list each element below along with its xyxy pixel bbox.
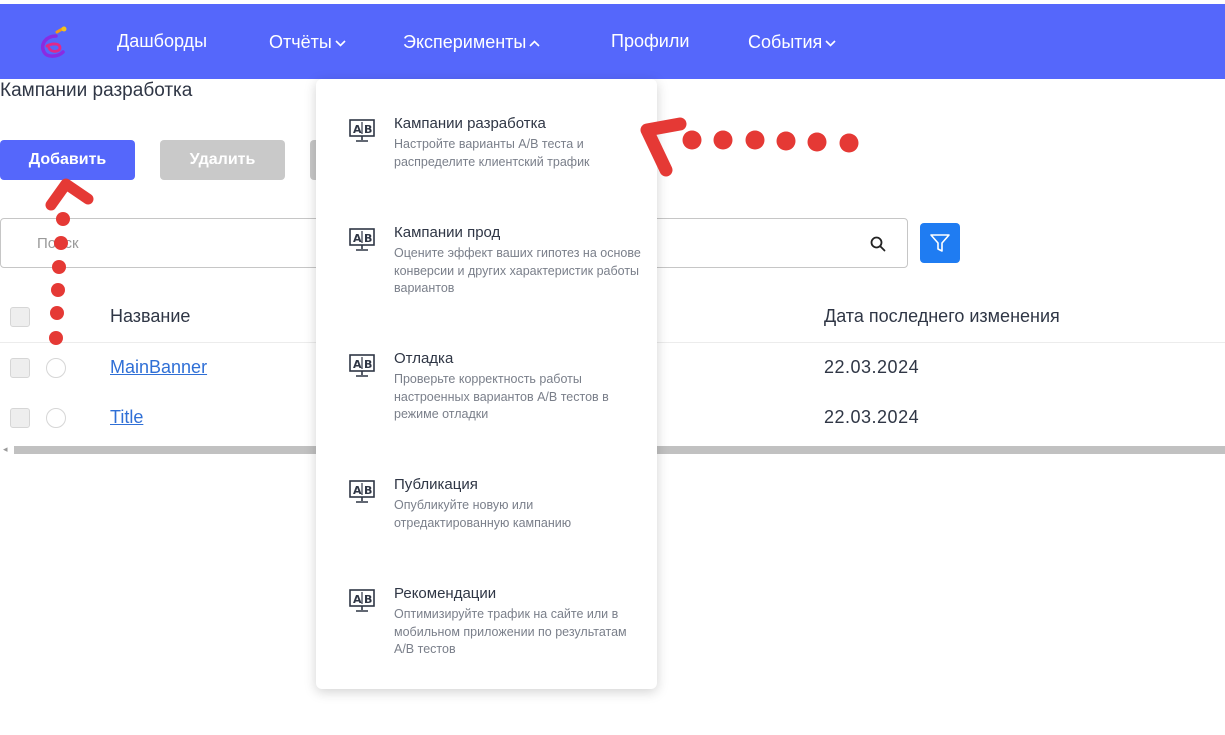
ab-test-icon: AB (349, 228, 375, 251)
annotation-arrow-to-menu (640, 117, 859, 177)
filter-icon (930, 234, 950, 252)
modified-date: 22.03.2024 (824, 407, 920, 427)
delete-button[interactable]: Удалить (160, 140, 285, 180)
ab-test-icon: AB (349, 354, 375, 377)
ab-test-icon: AB (349, 589, 375, 612)
column-header-modified-date[interactable]: Дата последнего изменения (824, 306, 1060, 327)
nav-item-label: Профили (611, 31, 690, 51)
svg-text:A: A (353, 232, 362, 245)
svg-text:A: A (353, 593, 362, 606)
search-placeholder: Поиск (37, 235, 79, 252)
search-icon[interactable] (869, 235, 887, 253)
modified-date: 22.03.2024 (824, 357, 920, 377)
svg-text:B: B (364, 123, 372, 136)
svg-text:A: A (353, 123, 362, 136)
nav-item-label: Дашборды (117, 31, 207, 51)
nav-item-experiments[interactable]: Эксперименты (403, 4, 540, 79)
menu-item-title: Кампании разработка (394, 115, 546, 132)
menu-item-title: Рекомендации (394, 585, 497, 602)
row-checkbox[interactable] (10, 358, 30, 378)
ab-test-icon: AB (349, 119, 375, 142)
nav-item-profiles[interactable]: Профили (611, 4, 689, 79)
nav-item-dashboards[interactable]: Дашборды (117, 4, 207, 79)
svg-text:A: A (353, 358, 362, 371)
menu-item-description: Проверьте корректность работы настроенны… (394, 372, 609, 421)
menu-item-title: Публикация (394, 476, 478, 493)
svg-text:B: B (364, 484, 372, 497)
scroll-left-arrow-icon[interactable]: ◂ (3, 444, 8, 455)
top-navigation-bar: Дашборды Отчёты Эксперименты Профили Соб… (0, 4, 1225, 79)
row-radio[interactable] (46, 408, 66, 428)
experiments-dropdown-menu: AB Кампании разработка Настройте вариант… (316, 79, 657, 689)
svg-text:A: A (353, 484, 362, 497)
campaign-name-link[interactable]: MainBanner (110, 357, 207, 378)
svg-text:B: B (364, 593, 372, 606)
ab-test-icon: AB (349, 480, 375, 503)
column-header-name[interactable]: Название (110, 306, 190, 327)
menu-item-title: Кампании прод (394, 224, 501, 241)
nav-item-events[interactable]: События (748, 4, 836, 79)
chevron-down-icon (825, 4, 836, 79)
campaign-name-link[interactable]: Title (110, 407, 143, 428)
menu-item-description: Опубликуйте новую или отредактированную … (394, 498, 572, 530)
nav-item-label: События (748, 32, 823, 52)
svg-text:B: B (364, 358, 372, 371)
menu-item-description: Оптимизируйте трафик на сайте или в моби… (394, 607, 627, 656)
svg-text:B: B (364, 232, 372, 245)
nav-item-label: Отчёты (269, 32, 332, 52)
add-button[interactable]: Добавить (0, 140, 135, 180)
nav-item-reports[interactable]: Отчёты (269, 4, 346, 79)
menu-item-description: Оцените эффект ваших гипотез на основе к… (394, 246, 641, 295)
nav-item-label: Эксперименты (403, 32, 527, 52)
select-all-checkbox[interactable] (10, 307, 30, 327)
chevron-down-icon (335, 4, 346, 79)
chevron-up-icon (529, 4, 540, 79)
row-radio[interactable] (46, 358, 66, 378)
menu-item-title: Отладка (394, 350, 454, 367)
app-logo-icon[interactable] (34, 26, 70, 60)
row-checkbox[interactable] (10, 408, 30, 428)
filter-button[interactable] (920, 223, 960, 263)
page-title: Кампании разработка (0, 80, 193, 101)
menu-item-description: Настройте варианты A/B теста и распредел… (394, 137, 590, 169)
